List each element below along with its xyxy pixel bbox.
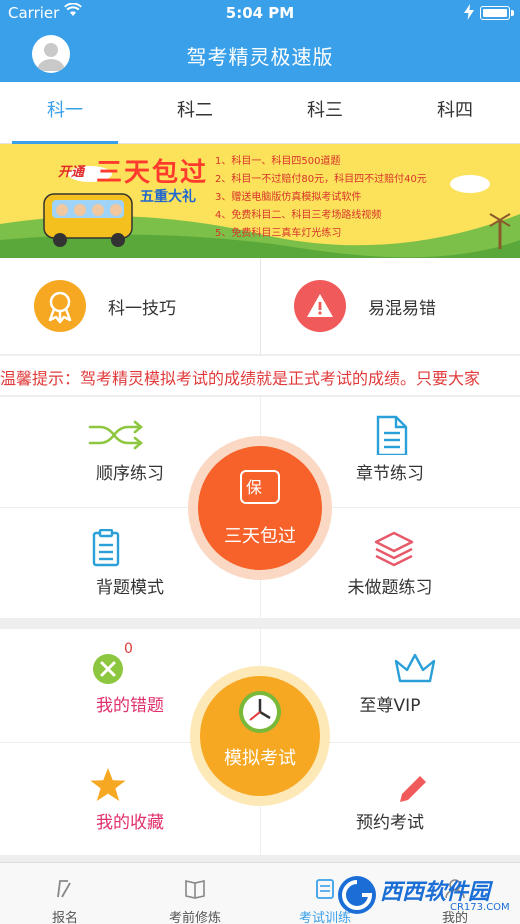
banner-line: 1、科目一、科目四500道题 [215,156,341,167]
nav-bar: 驾考精灵极速版 [0,26,520,82]
tips-button[interactable]: 科一技巧 [0,258,260,354]
medal-icon [34,280,86,332]
banner-open-text: 开通 [58,165,85,180]
watermark-logo [338,876,376,914]
tab-prep[interactable]: 考前修炼 [130,863,260,924]
tab-subject-3[interactable]: 科三 [260,82,390,144]
banner-gift: 五重大礼 [140,189,196,205]
confusing-button[interactable]: 易混易错 [260,258,520,354]
memorize-mode-label: 背题模式 [96,578,164,598]
watermark: 西西软件园 CR173.COM [332,872,512,918]
clock-icon [239,691,281,733]
banner-line: 5、免费科目三真车灯光练习 [215,228,342,239]
banner-benefits: 1、科目一、科目四500道题 2、科目一不过赔付80元，科目四不过赔付40元 3… [215,153,427,243]
tab-subject-1[interactable]: 科一 [0,82,130,144]
guarantee-button[interactable]: 保 三天包过 [188,436,332,580]
mistakes-count-badge: 0 [124,641,133,657]
battery-icon [480,6,514,20]
tab-signup[interactable]: 报名 [0,863,130,924]
status-bar: Carrier 5:04 PM [0,0,520,26]
mock-exam-button[interactable]: 模拟考试 [190,666,330,806]
tab-subject-2[interactable]: 科二 [130,82,260,144]
tab-subject-4[interactable]: 科四 [390,82,520,144]
subject-tabs: 科一 科二 科三 科四 [0,82,520,144]
promo-banner[interactable]: 开通 三天包过 五重大礼 1、科目一、科目四500道题 2、科目一不过赔付80元… [0,144,520,258]
tab-prep-label: 考前修炼 [168,911,221,924]
page-title: 驾考精灵极速版 [186,45,334,69]
tips-label: 科一技巧 [108,299,176,319]
warning-icon [294,280,346,332]
book-icon [185,880,205,899]
signup-icon [57,880,71,898]
guarantee-badge-text: 保 [246,478,263,497]
banner-line: 4、免费科目二、科目三考场路线视频 [215,210,382,221]
undone-practice-label: 未做题练习 [347,578,433,598]
guarantee-label: 三天包过 [224,526,296,547]
tab-signup-label: 报名 [51,911,78,924]
watermark-domain: CR173.COM [450,902,510,913]
my-favorites-label: 我的收藏 [96,813,164,833]
notice-marquee: 温馨提示：驾考精灵模拟考试的成绩就是正式考试的成绩。只要大家 [0,355,520,395]
banner-line: 2、科目一不过赔付80元，科目四不过赔付40元 [215,174,427,185]
quick-entries: 科一技巧 易混易错 [0,258,520,354]
mock-exam-label: 模拟考试 [224,748,296,769]
guarantee-badge-icon: 保 [240,470,280,504]
status-time: 5:04 PM [225,4,295,22]
banner-line: 3、赠送电脑版仿真模拟考试软件 [215,192,362,203]
charging-icon [464,4,474,20]
confusing-label: 易混易错 [368,299,436,319]
book-exam-label: 预约考试 [356,813,424,833]
notice-text: 温馨提示：驾考精灵模拟考试的成绩就是正式考试的成绩。只要大家 [0,369,481,388]
banner-headline: 三天包过 [96,158,209,188]
